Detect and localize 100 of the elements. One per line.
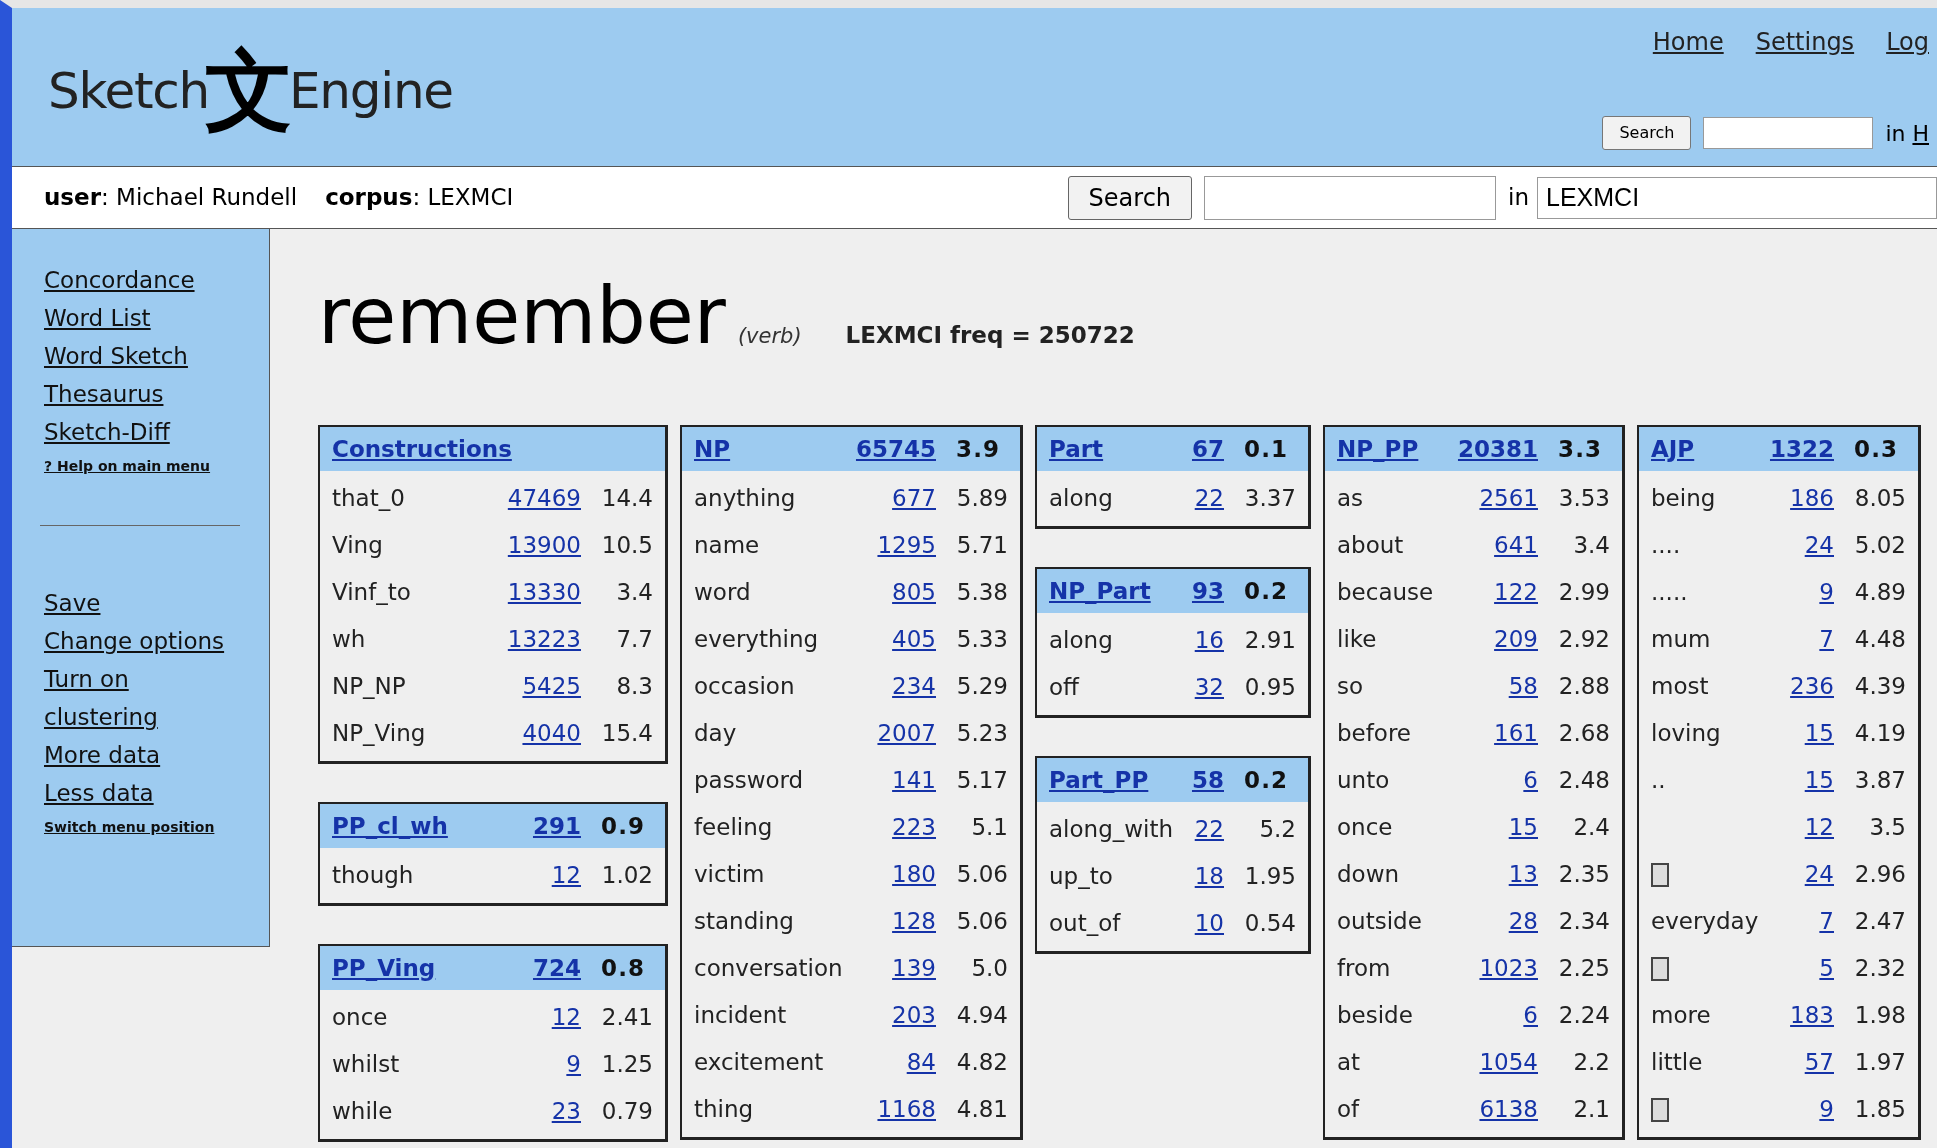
count-link[interactable]: 5425 [507, 669, 581, 704]
count-link[interactable]: 6138 [1479, 1092, 1538, 1127]
count-link[interactable]: 47469 [507, 481, 581, 516]
count-link[interactable]: 93 [1192, 573, 1224, 609]
relation-link[interactable]: Part_PP [1049, 762, 1172, 798]
count-link[interactable]: 1054 [1479, 1045, 1538, 1080]
count-link[interactable]: 141 [877, 763, 936, 798]
search-field[interactable] [1703, 117, 1874, 149]
count-link[interactable]: 18 [1194, 859, 1224, 894]
corpus-field[interactable]: LEXMCI [1537, 176, 1937, 219]
count-link[interactable]: 28 [1479, 904, 1538, 939]
count-link[interactable]: 22 [1194, 812, 1224, 847]
nav-link[interactable]: Log [1886, 24, 1929, 60]
nav-link[interactable]: Settings [1755, 24, 1855, 60]
count-link[interactable]: 236 [1790, 669, 1834, 704]
nav-link[interactable]: Home [1652, 24, 1724, 60]
count-link[interactable]: 13330 [507, 575, 581, 610]
count-link[interactable]: 7 [1790, 622, 1834, 657]
count-link[interactable]: 161 [1479, 716, 1538, 751]
count-link[interactable]: 32 [1194, 670, 1224, 705]
count-link[interactable]: 15 [1479, 810, 1538, 845]
menu-link[interactable]: Switch menu position [44, 816, 215, 838]
count-link[interactable]: 23 [551, 1094, 581, 1129]
count-link[interactable]: 1295 [877, 528, 936, 563]
count-link[interactable]: 1023 [1479, 951, 1538, 986]
count-link[interactable]: 10 [1194, 906, 1224, 941]
relation-link[interactable]: NP_PP [1337, 431, 1438, 467]
scope-link[interactable]: H [1912, 120, 1929, 146]
relation-link[interactable]: Constructions [332, 431, 613, 467]
menu-item[interactable]: Word List [44, 299, 151, 337]
count-link[interactable]: 12 [551, 1000, 581, 1035]
search-button[interactable]: Search [1602, 116, 1692, 150]
menu-item[interactable]: Sketch-Diff [44, 413, 170, 451]
menu-link[interactable]: ? Help on main menu [44, 455, 211, 477]
count-link[interactable]: 65745 [855, 431, 936, 467]
relation-link[interactable]: PP_Ving [332, 950, 513, 986]
score-text: 15.4 [601, 719, 653, 749]
relation-link[interactable]: Part [1049, 431, 1172, 467]
score-text: 0.1 [1244, 434, 1290, 464]
count-link[interactable]: 2561 [1479, 481, 1538, 516]
count-link[interactable]: 405 [877, 622, 936, 657]
count-link[interactable]: 13223 [507, 622, 581, 657]
count-link[interactable]: 1168 [877, 1092, 936, 1127]
count-link[interactable]: 16 [1194, 623, 1224, 658]
count-link[interactable]: 58 [1192, 762, 1224, 798]
count-link[interactable]: 139 [877, 951, 936, 986]
menu-item[interactable]: Turn on clustering [44, 660, 245, 736]
relation-link[interactable]: AJP [1651, 431, 1750, 467]
menu-item[interactable]: Thesaurus [44, 375, 164, 413]
count-link[interactable]: 22 [1194, 481, 1224, 516]
count-link[interactable]: 291 [533, 808, 581, 844]
count-link[interactable]: 20381 [1457, 431, 1538, 467]
collocate-text: loving [1651, 719, 1722, 748]
menu-item[interactable]: More data [44, 736, 161, 774]
count-link[interactable]: 13900 [507, 528, 581, 563]
count-link[interactable]: 203 [877, 998, 936, 1033]
count-link[interactable]: 122 [1479, 575, 1538, 610]
count-link[interactable]: 84 [877, 1045, 936, 1080]
count-link[interactable]: 12 [1790, 810, 1834, 845]
count-link[interactable]: 128 [877, 904, 936, 939]
count-link[interactable]: 724 [533, 950, 581, 986]
count-link[interactable]: 234 [877, 669, 936, 704]
menu-item[interactable]: Save [44, 584, 101, 622]
count-link[interactable]: 58 [1479, 669, 1538, 704]
menu-item[interactable]: Word Sketch [44, 337, 188, 375]
count-link[interactable]: 9 [1790, 575, 1834, 610]
count-link[interactable]: 67 [1192, 431, 1224, 467]
relation-link[interactable]: NP_Part [1049, 573, 1172, 609]
count-link[interactable]: 9 [551, 1047, 581, 1082]
count-link[interactable]: 13 [1479, 857, 1538, 892]
count-link[interactable]: 223 [877, 810, 936, 845]
count-link[interactable]: 24 [1790, 857, 1834, 892]
relation-link[interactable]: PP_cl_wh [332, 808, 513, 844]
count-link[interactable]: 1322 [1770, 431, 1834, 467]
count-link[interactable]: 6 [1479, 998, 1538, 1033]
count-link[interactable]: 641 [1479, 528, 1538, 563]
count-link[interactable]: 9 [1790, 1092, 1834, 1127]
count-link[interactable]: 805 [877, 575, 936, 610]
search-field[interactable] [1204, 175, 1497, 220]
count-link[interactable]: 209 [1479, 622, 1538, 657]
menu-item[interactable]: Less data [44, 774, 154, 812]
count-link[interactable]: 12 [551, 858, 581, 893]
menu-item[interactable]: Concordance [44, 261, 195, 299]
count-link[interactable]: 677 [877, 481, 936, 516]
relation-link[interactable]: NP [694, 431, 836, 467]
count-link[interactable]: 2007 [877, 716, 936, 751]
count-link[interactable]: 5 [1790, 951, 1834, 986]
count-link[interactable]: 15 [1790, 716, 1834, 751]
score-text: 2.47 [1854, 907, 1906, 937]
search-button[interactable]: Search [1067, 175, 1193, 220]
count-link[interactable]: 24 [1790, 528, 1834, 563]
count-link[interactable]: 57 [1790, 1045, 1834, 1080]
count-link[interactable]: 15 [1790, 763, 1834, 798]
count-link[interactable]: 6 [1479, 763, 1538, 798]
count-link[interactable]: 180 [877, 857, 936, 892]
count-link[interactable]: 186 [1790, 481, 1834, 516]
count-link[interactable]: 4040 [507, 716, 581, 751]
count-link[interactable]: 7 [1790, 904, 1834, 939]
menu-item[interactable]: Change options [44, 622, 225, 660]
count-link[interactable]: 183 [1790, 998, 1834, 1033]
